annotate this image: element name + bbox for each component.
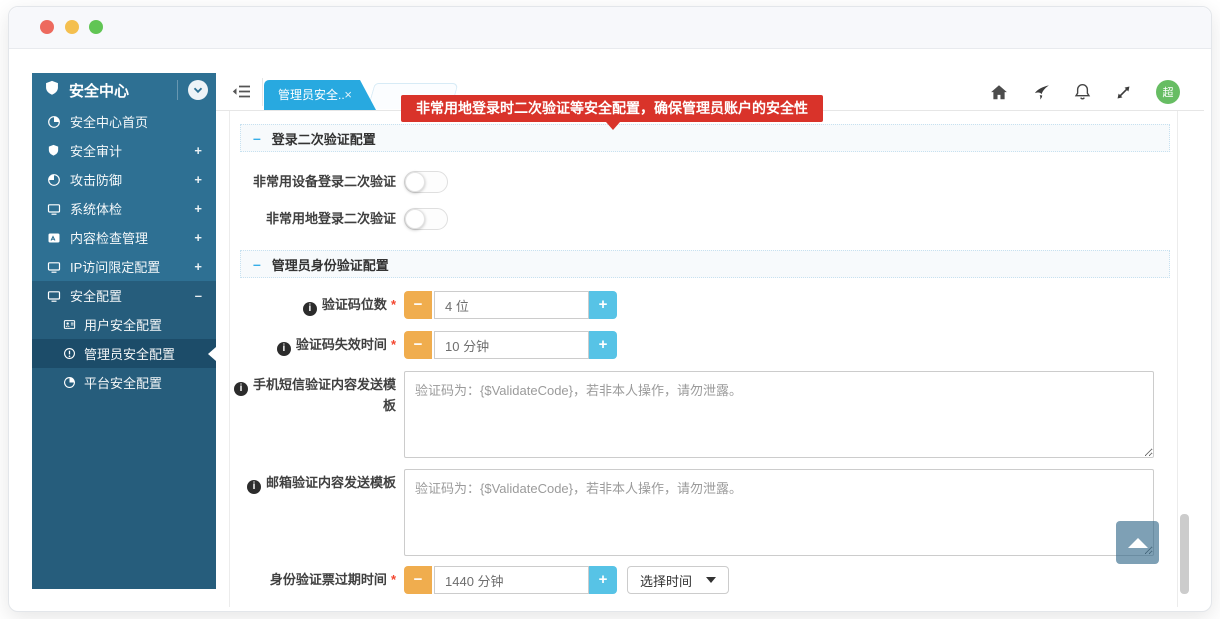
target-shield-icon [46,115,61,129]
toggle-knob [405,209,425,229]
decrement-button[interactable]: − [404,566,432,594]
field-label: 手机短信验证内容发送模板 [253,377,396,413]
section-title: 管理员身份验证配置 [272,255,389,274]
info-icon: i [277,342,291,356]
field-label: 邮箱验证内容发送模板 [266,475,396,490]
close-tab-icon[interactable]: × [344,80,352,110]
increment-button[interactable]: + [589,566,617,594]
sidebar-header: 安全中心 [32,73,216,107]
user-avatar[interactable]: 超 [1156,80,1180,104]
tooltip-arrow [606,122,620,130]
increment-button[interactable]: + [589,331,617,359]
monitor-icon [46,289,61,303]
sidebar-item-security-config[interactable]: 安全配置 – [32,281,216,310]
monitor-icon [46,260,61,274]
close-window-button[interactable] [40,20,54,34]
section-header-admin-identity[interactable]: – 管理员身份验证配置 [240,250,1170,278]
section-title: 登录二次验证配置 [272,129,376,148]
field-code-digits: i 验证码位数 * − + [230,291,1177,319]
target-shield-icon [46,173,61,187]
scrollbar-thumb[interactable] [1180,514,1189,594]
content-panel: – 登录二次验证配置 非常用设备登录二次验证 非常用地登录二次验证 – 管理员身… [229,111,1178,607]
code-expire-input[interactable] [434,331,589,359]
titlebar [9,7,1211,49]
sidebar-title: 安全中心 [69,80,177,101]
tab-admin-security[interactable]: 管理员安全.. × [264,80,376,110]
field-label: 非常用地登录二次验证 [230,208,396,230]
back-to-top-button[interactable] [1116,521,1159,564]
collapse-sidebar-icon[interactable] [232,84,251,104]
bird-icon[interactable] [1032,84,1050,101]
field-label: 验证码失效时间 [296,337,387,352]
email-template-textarea[interactable] [404,469,1154,556]
app-window: 安全中心 安全中心首页 安全审计 + 攻击防御 + [8,6,1212,612]
field-label: 身份验证票过期时间 [270,572,387,587]
document-card-icon [46,231,61,245]
select-time-dropdown[interactable]: 选择时间 [627,566,729,594]
fullscreen-icon[interactable] [1115,84,1132,101]
info-circle-icon [62,347,76,360]
sidebar-subitem-admin-security[interactable]: 管理员安全配置 [32,339,216,368]
code-digits-input[interactable] [434,291,589,319]
field-sms-template: i 手机短信验证内容发送模板 [230,371,1177,458]
collapse-section-icon[interactable]: – [253,256,261,272]
collapse-section-icon[interactable]: – [253,130,261,146]
sms-template-textarea[interactable] [404,371,1154,458]
sidebar: 安全中心 安全中心首页 安全审计 + 攻击防御 + [32,73,216,589]
sidebar-item-security-home[interactable]: 安全中心首页 [32,107,216,136]
field-code-expire: i 验证码失效时间 * − + [230,331,1177,359]
sidebar-item-content-inspection[interactable]: 内容检查管理 + [32,223,216,252]
sidebar-group-security-config: 安全配置 – 用户安全配置 管理员安全配置 平台安全配置 [32,281,216,589]
decrement-button[interactable]: − [404,331,432,359]
sidebar-subitem-platform-security[interactable]: 平台安全配置 [32,368,216,397]
sidebar-subitem-user-security[interactable]: 用户安全配置 [32,310,216,339]
shield-icon [44,80,60,100]
divider [177,80,178,100]
user-card-icon [62,318,76,331]
field-email-template: i 邮箱验证内容发送模板 [230,469,1177,556]
minimize-window-button[interactable] [65,20,79,34]
arrow-up-icon [1128,538,1148,548]
field-label: 非常用设备登录二次验证 [230,171,396,193]
chevron-down-icon [193,85,203,95]
home-icon[interactable] [990,84,1008,101]
code-digits-stepper: − + [404,291,617,319]
sidebar-collapse-button[interactable] [188,80,208,100]
info-icon: i [247,480,261,494]
tooltip-callout: 非常用地登录时二次验证等安全配置，确保管理员账户的安全性 [401,95,823,122]
sidebar-item-system-check[interactable]: 系统体检 + [32,194,216,223]
field-ticket-expire: 身份验证票过期时间 * − + 选择时间 [230,566,1177,594]
unusual-device-2fa-toggle[interactable] [404,171,448,193]
shield-icon [46,144,61,157]
info-icon: i [303,302,317,316]
required-mark: * [391,572,396,587]
section-header-login-2fa[interactable]: – 登录二次验证配置 [240,124,1170,152]
sidebar-item-security-audit[interactable]: 安全审计 + [32,136,216,165]
target-shield-icon [62,376,76,389]
sidebar-item-ip-restriction[interactable]: IP访问限定配置 + [32,252,216,281]
required-mark: * [391,297,396,312]
info-icon: i [234,382,248,396]
decrement-button[interactable]: − [404,291,432,319]
toggle-row-unusual-device: 非常用设备登录二次验证 [230,171,1177,193]
ticket-expire-input[interactable] [434,566,589,594]
bell-icon[interactable] [1074,83,1091,101]
toggle-knob [405,172,425,192]
monitor-icon [46,202,61,216]
required-mark: * [391,337,396,352]
zoom-window-button[interactable] [89,20,103,34]
topbar-icons: 超 [990,73,1180,111]
code-expire-stepper: − + [404,331,617,359]
unusual-location-2fa-toggle[interactable] [404,208,448,230]
ticket-expire-stepper: − + [404,566,617,594]
active-item-notch [208,347,216,361]
toggle-row-unusual-location: 非常用地登录二次验证 [230,208,1177,230]
field-label: 验证码位数 [322,297,387,312]
caret-down-icon [706,577,716,583]
sidebar-item-attack-defense[interactable]: 攻击防御 + [32,165,216,194]
increment-button[interactable]: + [589,291,617,319]
divider [262,78,263,106]
